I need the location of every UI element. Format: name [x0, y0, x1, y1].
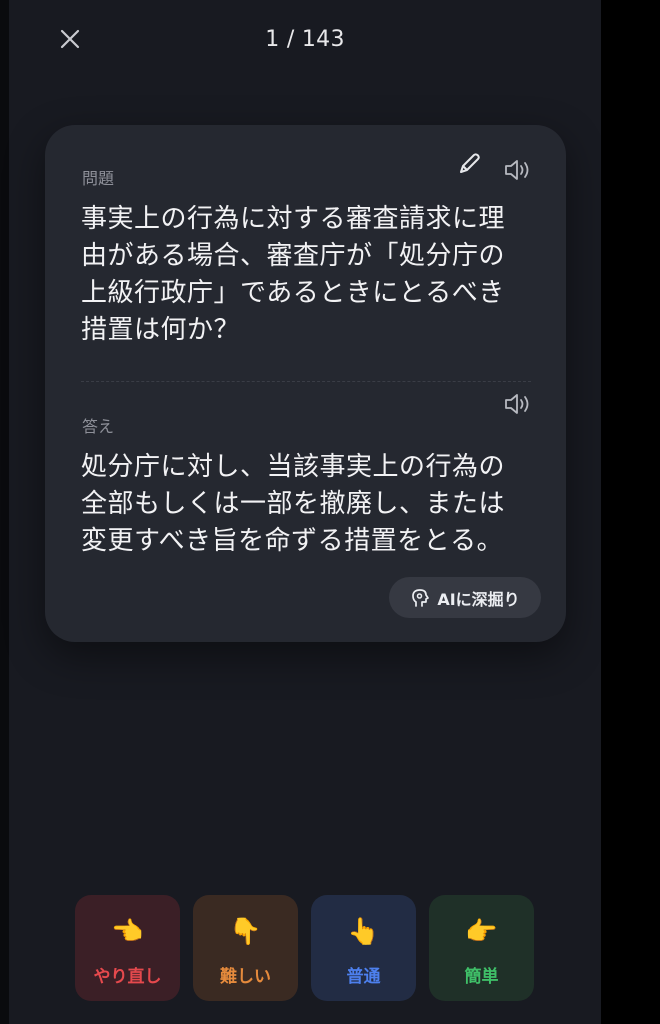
retry-button[interactable]: 👈 やり直し — [75, 895, 180, 1001]
card-divider — [81, 381, 531, 382]
hard-button[interactable]: 👇 難しい — [193, 895, 298, 1001]
hard-label: 難しい — [220, 967, 271, 987]
ai-deep-dive-label: AIに深掘り — [437, 589, 520, 609]
easy-label: 簡単 — [464, 967, 499, 987]
answer-label: 答え — [82, 417, 115, 436]
left-edge — [0, 0, 9, 1024]
easy-button[interactable]: 👉 簡単 — [429, 895, 534, 1001]
question-text: 事実上の行為に対する審査請求に理由がある場合、審査庁が「処分庁の上級行政庁」であ… — [81, 204, 506, 345]
flashcard: 問題 事実上の行為に対する審査請求に理由がある場合、審査庁が「処分庁の上級行政庁… — [45, 125, 566, 642]
speaker-icon[interactable] — [503, 157, 535, 183]
normal-label: 普通 — [346, 967, 381, 987]
hand-down-icon: 👇 — [229, 917, 262, 947]
speaker-icon[interactable] — [503, 391, 535, 417]
retry-label: やり直し — [93, 967, 162, 987]
ai-deep-dive-button[interactable]: AIに深掘り — [389, 577, 541, 618]
hand-left-icon: 👈 — [111, 917, 144, 947]
ai-head-icon — [412, 588, 430, 607]
flashcard-screen: 1 / 143 問題 事実上の行為に対する審査請求に理由がある場合、審査庁が「処… — [9, 0, 601, 1024]
normal-button[interactable]: 👆 普通 — [311, 895, 416, 1001]
question-label: 問題 — [82, 169, 115, 188]
pencil-icon[interactable] — [456, 151, 482, 177]
answer-text: 処分庁に対し、当該事実上の行為の全部もしくは一部を撤廃し、または変更すべき旨を命… — [81, 452, 506, 556]
card-counter: 1 / 143 — [265, 27, 345, 52]
hand-up-icon: 👆 — [347, 917, 380, 947]
hand-right-icon: 👉 — [465, 917, 498, 947]
